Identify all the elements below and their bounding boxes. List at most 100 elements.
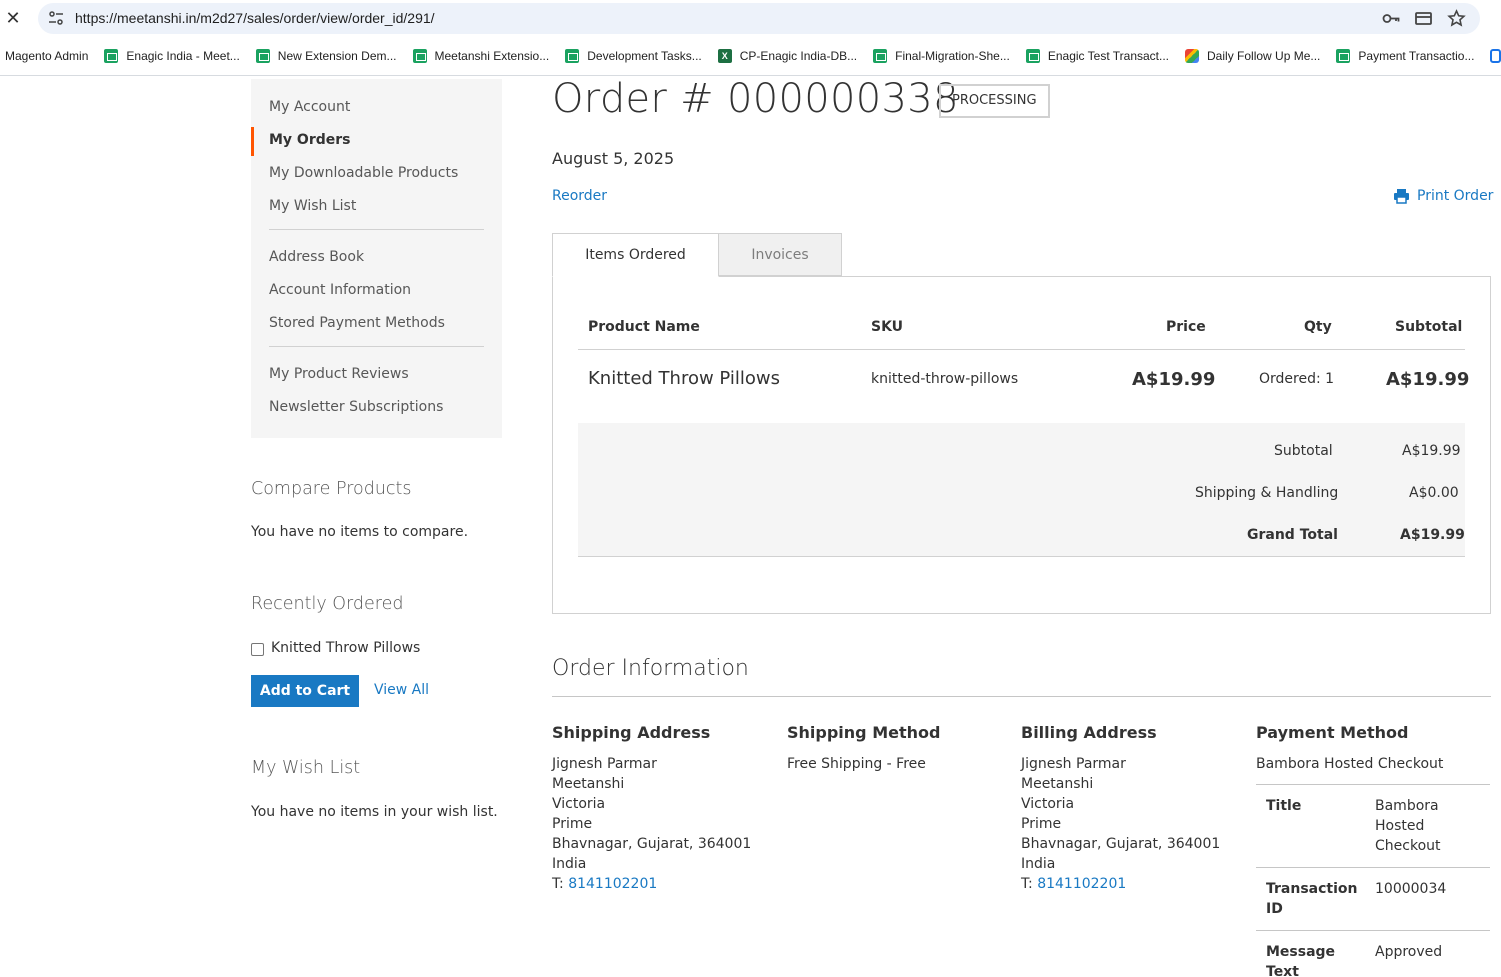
address-bar[interactable]: https://meetanshi.in/m2d27/sales/order/v… bbox=[38, 3, 1480, 34]
payment-key: Transaction ID bbox=[1266, 881, 1358, 917]
nav-divider bbox=[269, 229, 484, 230]
phone-link[interactable]: 8141102201 bbox=[568, 876, 657, 892]
wish-list-empty-text: You have no items in your wish list. bbox=[251, 804, 498, 820]
nav-my-orders[interactable]: My Orders bbox=[251, 127, 502, 163]
sheets-icon bbox=[873, 49, 888, 63]
bookmark-item[interactable]: Payment Transactio... bbox=[1336, 49, 1474, 63]
recent-item-checkbox[interactable] bbox=[251, 643, 264, 656]
payment-details-table: Title Bambora Hosted Checkout Transactio… bbox=[1256, 784, 1490, 977]
reorder-link[interactable]: Reorder bbox=[552, 188, 607, 204]
payment-row: Transaction ID 10000034 bbox=[1256, 868, 1490, 931]
subtotal-value: A$19.99 bbox=[1402, 443, 1461, 459]
sheets-icon bbox=[412, 49, 427, 63]
bookmark-label: Final-Migration-She... bbox=[895, 49, 1010, 63]
address-street-2: Prime bbox=[552, 816, 593, 832]
bookmarks-overflow-icon[interactable] bbox=[1490, 49, 1501, 63]
view-all-link[interactable]: View All bbox=[374, 682, 429, 698]
item-subtotal: A$19.99 bbox=[1386, 369, 1470, 390]
nav-address-book[interactable]: Address Book bbox=[251, 247, 502, 280]
url-text[interactable]: https://meetanshi.in/m2d27/sales/order/v… bbox=[75, 10, 435, 26]
bookmark-label: Development Tasks... bbox=[587, 49, 702, 63]
password-key-icon[interactable] bbox=[1381, 9, 1400, 28]
payment-value: Approved bbox=[1375, 944, 1443, 960]
reading-mode-icon[interactable] bbox=[1414, 9, 1433, 28]
phone-prefix: T: bbox=[1021, 876, 1038, 892]
compare-products-title: Compare Products bbox=[251, 479, 412, 499]
grand-total-label: Grand Total bbox=[1247, 527, 1338, 543]
nav-account-information[interactable]: Account Information bbox=[251, 280, 502, 313]
section-divider bbox=[552, 696, 1491, 697]
nav-wish-list[interactable]: My Wish List bbox=[251, 196, 502, 229]
column-header-product: Product Name bbox=[588, 319, 700, 335]
add-to-cart-button[interactable]: Add to Cart bbox=[251, 675, 359, 707]
billing-address: Jignesh Parmar Meetanshi Victoria Prime … bbox=[1021, 754, 1220, 894]
excel-icon: X bbox=[717, 49, 732, 63]
column-header-subtotal: Subtotal bbox=[1395, 319, 1463, 335]
bookmark-label: Enagic Test Transact... bbox=[1047, 49, 1170, 63]
shipping-method-title: Shipping Method bbox=[787, 723, 941, 742]
bookmark-item[interactable]: Daily Follow Up Me... bbox=[1185, 49, 1320, 63]
recent-item-name: Knitted Throw Pillows bbox=[271, 640, 421, 656]
bookmark-label: Magento Admin bbox=[5, 49, 89, 63]
item-qty: Ordered: 1 bbox=[1259, 371, 1335, 387]
bookmark-item[interactable]: Magento Admin bbox=[5, 49, 88, 63]
bookmark-item[interactable]: Enagic India - Meet... bbox=[104, 49, 240, 63]
wish-list-title: My Wish List bbox=[251, 758, 361, 778]
shipping-address-title: Shipping Address bbox=[552, 723, 711, 742]
nav-newsletter-subscriptions[interactable]: Newsletter Subscriptions bbox=[251, 397, 502, 430]
grand-total-value: A$19.99 bbox=[1400, 527, 1465, 543]
address-street-1: Victoria bbox=[1021, 796, 1075, 812]
tab-invoices[interactable]: Invoices bbox=[718, 233, 842, 276]
bookmarks-bar: Magento Admin Enagic India - Meet... New E… bbox=[0, 44, 1501, 68]
site-info-icon[interactable] bbox=[48, 10, 64, 26]
billing-address-title: Billing Address bbox=[1021, 723, 1157, 742]
account-nav: My Account My Orders My Downloadable Pro… bbox=[251, 79, 502, 438]
tab-items-ordered[interactable]: Items Ordered bbox=[552, 233, 719, 277]
nav-stored-payment-methods[interactable]: Stored Payment Methods bbox=[251, 313, 502, 346]
payment-row: Title Bambora Hosted Checkout bbox=[1256, 785, 1490, 868]
sheets-icon bbox=[1025, 49, 1040, 63]
compare-empty-text: You have no items to compare. bbox=[251, 524, 469, 540]
bookmark-item[interactable]: New Extension Dem... bbox=[255, 49, 397, 63]
browser-chrome: ✕ https://meetanshi.in/m2d27/sales/order… bbox=[0, 0, 1501, 76]
sheets-icon bbox=[1336, 49, 1351, 63]
shipping-value: A$0.00 bbox=[1409, 485, 1459, 501]
payment-value: Bambora Hosted Checkout bbox=[1375, 798, 1441, 854]
column-header-price: Price bbox=[1166, 319, 1206, 335]
bookmark-label: Meetanshi Extensio... bbox=[434, 49, 550, 63]
bookmark-label: Enagic India - Meet... bbox=[126, 49, 240, 63]
recently-ordered-title: Recently Ordered bbox=[251, 594, 404, 614]
sheets-icon bbox=[565, 49, 580, 63]
address-street-2: Prime bbox=[1021, 816, 1062, 832]
order-date: August 5, 2025 bbox=[552, 149, 675, 168]
address-name: Jignesh Parmar bbox=[1021, 756, 1126, 772]
payment-key: Message Text bbox=[1266, 944, 1336, 977]
sheets-icon bbox=[255, 49, 270, 63]
bookmark-item[interactable]: Development Tasks... bbox=[565, 49, 702, 63]
print-order-link[interactable]: Print Order bbox=[1393, 188, 1493, 204]
phone-link[interactable]: 8141102201 bbox=[1037, 876, 1126, 892]
address-country: India bbox=[552, 856, 587, 872]
bookmark-item[interactable]: Enagic Test Transact... bbox=[1025, 49, 1170, 63]
phone-prefix: T: bbox=[552, 876, 569, 892]
bookmark-star-icon[interactable] bbox=[1447, 9, 1466, 28]
bookmark-item[interactable]: X CP-Enagic India-DB... bbox=[717, 49, 858, 63]
close-icon[interactable]: ✕ bbox=[4, 8, 22, 28]
item-sku: knitted-throw-pillows bbox=[871, 371, 1019, 387]
shipping-address: Jignesh Parmar Meetanshi Victoria Prime … bbox=[552, 754, 751, 894]
item-price: A$19.99 bbox=[1132, 369, 1216, 390]
bookmark-item[interactable]: Final-Migration-She... bbox=[873, 49, 1010, 63]
column-header-qty: Qty bbox=[1304, 319, 1332, 335]
nav-downloadable-products[interactable]: My Downloadable Products bbox=[251, 163, 502, 196]
bookmark-label: Daily Follow Up Me... bbox=[1207, 49, 1321, 63]
bookmark-label: Payment Transactio... bbox=[1358, 49, 1475, 63]
nav-product-reviews[interactable]: My Product Reviews bbox=[251, 364, 502, 397]
shipping-method-value: Free Shipping - Free bbox=[787, 756, 926, 772]
printer-icon bbox=[1394, 189, 1409, 204]
bookmark-item[interactable]: Meetanshi Extensio... bbox=[412, 49, 550, 63]
nav-divider bbox=[269, 346, 484, 347]
address-phone: T: 8141102201 bbox=[552, 874, 751, 894]
bookmark-label: CP-Enagic India-DB... bbox=[739, 49, 858, 63]
nav-my-account[interactable]: My Account bbox=[251, 97, 502, 130]
sheets-icon bbox=[104, 49, 119, 63]
